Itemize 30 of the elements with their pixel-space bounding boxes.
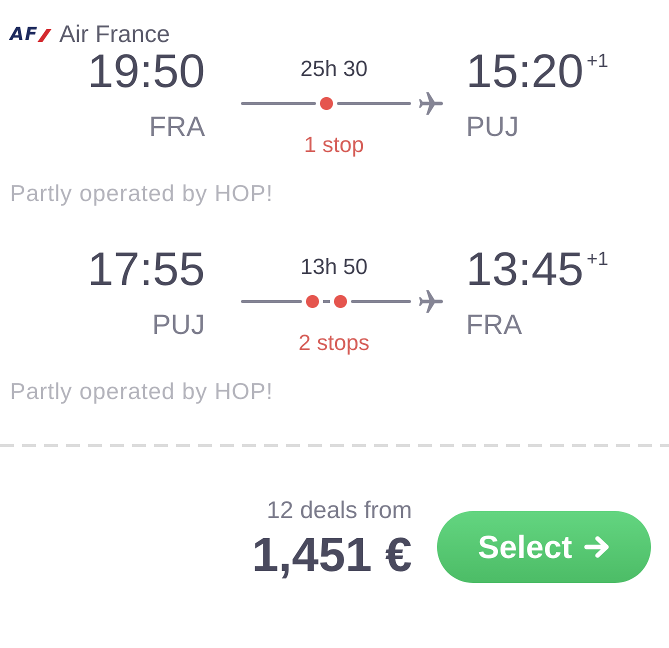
departure-airport: PUJ — [152, 311, 205, 339]
airline-logo: AF — [10, 26, 52, 44]
stop-dot-icon — [306, 294, 318, 308]
departure-airport: FRA — [149, 113, 205, 141]
flight-duration: 25h 30 — [300, 58, 368, 80]
arrow-right-icon — [584, 536, 610, 558]
stop-dot-icon — [320, 96, 332, 110]
route-line — [350, 300, 411, 302]
price: 1,451 € — [252, 532, 412, 580]
departure-time: 19:50 — [87, 47, 205, 94]
departure-time: 17:55 — [87, 245, 205, 292]
arrival-airport: PUJ — [466, 113, 519, 141]
airplane-icon — [419, 290, 443, 312]
arrival-time: 13:45 — [466, 245, 584, 292]
airline-name: Air France — [59, 23, 170, 47]
arrival-time: 15:20 — [466, 47, 584, 94]
stops-label: 1 stop — [304, 134, 364, 156]
select-button[interactable]: Select — [437, 511, 651, 583]
arrival-airport: FRA — [466, 311, 522, 339]
route-dash — [322, 300, 330, 302]
day-offset: +1 — [586, 52, 608, 71]
airplane-icon — [419, 92, 443, 114]
operator-note: Partly operated by HOP! — [10, 182, 274, 205]
operator-note: Partly operated by HOP! — [10, 380, 274, 403]
stop-dot-icon — [334, 294, 346, 308]
day-offset: +1 — [586, 250, 608, 269]
stops-label: 2 stops — [298, 332, 370, 354]
flight-duration: 13h 50 — [300, 256, 368, 278]
route-line — [241, 300, 302, 302]
deals-count: 12 deals from — [266, 499, 412, 523]
